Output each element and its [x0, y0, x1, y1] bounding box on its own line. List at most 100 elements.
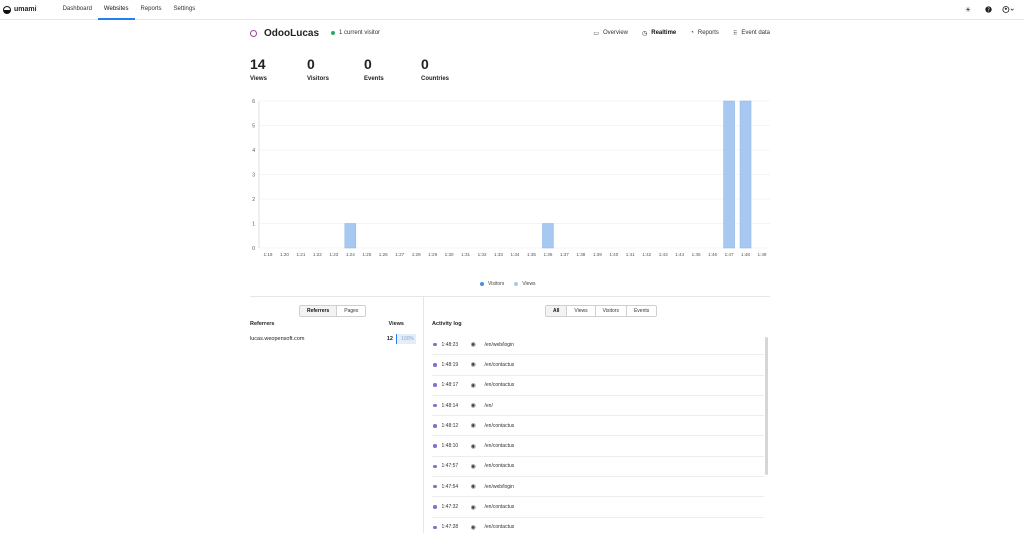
nav-settings[interactable]: Settings	[168, 0, 202, 20]
visitor-dot-icon	[433, 484, 437, 489]
x-tick-label: 1:44	[675, 252, 684, 257]
filter-events[interactable]: Events	[626, 306, 657, 316]
activity-row[interactable]: 1:47:57 ◉ /en/contactus	[432, 457, 764, 478]
tab-overview[interactable]: ▭ Overview	[593, 30, 628, 37]
x-tick-label: 1:31	[461, 252, 470, 257]
x-tick-label: 1:33	[494, 252, 503, 257]
eye-icon: ◉	[470, 524, 476, 531]
live-status-icon	[331, 31, 336, 35]
x-tick-label: 1:35	[527, 252, 536, 257]
x-tick-label: 1:32	[478, 252, 487, 257]
top-right-actions: ☀ ?	[958, 0, 1018, 20]
metric-label: Countries	[421, 76, 450, 82]
eye-icon: ◉	[470, 403, 476, 410]
bar-views[interactable]	[739, 100, 752, 249]
filter-visitors[interactable]: Visitors	[595, 306, 627, 316]
x-tick-label: 1:46	[708, 252, 717, 257]
nav-websites[interactable]: Websites	[97, 0, 135, 20]
activity-row[interactable]: 1:48:14 ◉ /en/	[432, 396, 764, 417]
website-header: OdooLucas 1 current visitor ▭ Overview ◷ R…	[250, 26, 770, 40]
x-tick-label: 1:28	[412, 252, 421, 257]
activity-filter: All Views Visitors Events	[545, 305, 658, 317]
visitor-dot-icon	[433, 525, 437, 530]
visitor-dot-icon	[433, 342, 437, 347]
nav-dashboard[interactable]: Dashboard	[57, 0, 98, 20]
activity-row[interactable]: 1:48:12 ◉ /en/contactus	[432, 416, 764, 437]
tab-event-data-label: Event data	[741, 30, 770, 36]
x-tick-label: 1:22	[313, 252, 322, 257]
x-tick-label: 1:36	[543, 252, 552, 257]
y-tick-label: 1	[252, 222, 255, 228]
bar-views[interactable]	[344, 223, 357, 249]
tab-realtime[interactable]: ◷ Realtime	[642, 30, 676, 37]
profile-menu-icon[interactable]	[998, 5, 1018, 15]
legend-item-visitors[interactable]: Visitors	[480, 281, 504, 287]
eye-icon: ◉	[470, 484, 476, 491]
x-tick-label: 1:48	[741, 252, 750, 257]
x-tick-label: 1:34	[511, 252, 520, 257]
current-visitors: 1 current visitor	[339, 30, 381, 36]
activity-row[interactable]: 1:48:23 ◉ /en/web/login	[432, 335, 764, 356]
brand[interactable]: umami	[3, 5, 37, 14]
activity-path: /en/web/login	[484, 483, 514, 490]
views-column-header: Views	[388, 321, 405, 327]
tab-reports[interactable]: ◔ Reports	[690, 30, 719, 36]
bar-views[interactable]	[723, 100, 735, 249]
toggle-pages[interactable]: Pages	[337, 306, 366, 316]
visitor-dot-icon	[433, 505, 437, 509]
activity-row[interactable]: 1:48:17 ◉ /en/contactus	[432, 376, 764, 396]
panel-divider	[423, 296, 424, 533]
main-nav: Dashboard Websites Reports Settings	[57, 0, 202, 20]
activity-row[interactable]: 1:48:19 ◉ /en/contactus	[432, 355, 764, 376]
activity-time: 1:48:14	[441, 402, 459, 409]
y-tick-label: 2	[252, 197, 255, 203]
x-tick-label: 1:20	[280, 252, 289, 257]
activity-path: /en/contactus	[484, 422, 515, 429]
toggle-referrers[interactable]: Referrers	[300, 306, 338, 316]
activity-path: /en/contactus	[484, 443, 515, 450]
legend-swatch	[480, 282, 484, 286]
x-tick-label: 1:29	[428, 252, 437, 257]
referrer-name: lucas.weopensoft.com	[250, 336, 305, 342]
tab-reports-label: Reports	[697, 30, 719, 36]
eye-icon: ◉	[470, 362, 476, 369]
eye-icon: ◉	[470, 504, 476, 511]
help-icon[interactable]: ?	[978, 5, 998, 15]
y-tick-label: 3	[252, 173, 255, 179]
tab-realtime-label: Realtime	[651, 30, 677, 36]
metric-value: 14	[250, 56, 266, 72]
nav-reports[interactable]: Reports	[135, 0, 168, 20]
reports-icon: ◔	[690, 30, 694, 36]
activity-path: /en/contactus	[484, 361, 515, 368]
website-tabs: ▭ Overview ◷ Realtime ◔ Reports ⠿ Event data	[579, 26, 770, 40]
tab-event-data[interactable]: ⠿ Event data	[733, 30, 770, 37]
activity-row[interactable]: 1:47:32 ◉ /en/contactus	[432, 497, 764, 518]
activity-row[interactable]: 1:48:10 ◉ /en/contactus	[432, 436, 764, 457]
activity-path: /en/contactus	[484, 524, 515, 531]
activity-scrollbar[interactable]	[765, 337, 768, 475]
filter-all[interactable]: All	[546, 306, 568, 316]
x-tick-label: 1:49	[758, 252, 767, 257]
tab-overview-label: Overview	[602, 30, 628, 36]
theme-toggle-icon[interactable]: ☀	[958, 6, 978, 14]
top-nav: umami Dashboard Websites Reports Setting…	[0, 0, 1024, 20]
bar-views[interactable]	[542, 223, 554, 249]
metric-value: 0	[421, 56, 429, 72]
activity-row[interactable]: 1:47:28 ◉ /en/contactus	[432, 518, 764, 533]
activity-time: 1:48:17	[441, 382, 459, 389]
activity-time: 1:48:23	[441, 341, 459, 348]
filter-views[interactable]: Views	[567, 306, 596, 316]
referrer-row[interactable]: lucas.weopensoft.com 12 100%	[250, 334, 416, 344]
metric-countries: 0 Countries	[421, 56, 478, 82]
x-tick-label: 1:41	[626, 252, 635, 257]
legend-item-views[interactable]: Views	[514, 281, 536, 287]
referrers-pages-toggle: Referrers Pages	[299, 305, 367, 317]
activity-log-list: 1:48:23 ◉ /en/web/login 1:48:19 ◉ /en/contact…	[432, 335, 764, 533]
activity-row[interactable]: 1:47:54 ◉ /en/web/login	[432, 477, 764, 498]
referrer-percent: 100%	[396, 334, 416, 344]
x-tick-label: 1:45	[692, 252, 701, 257]
metrics-bar: 14 Views 0 Visitors 0 Events 0 Countries	[250, 56, 478, 82]
y-tick-label: 4	[252, 148, 255, 154]
visitor-dot-icon	[433, 464, 437, 469]
x-tick-label: 1:27	[395, 252, 404, 257]
